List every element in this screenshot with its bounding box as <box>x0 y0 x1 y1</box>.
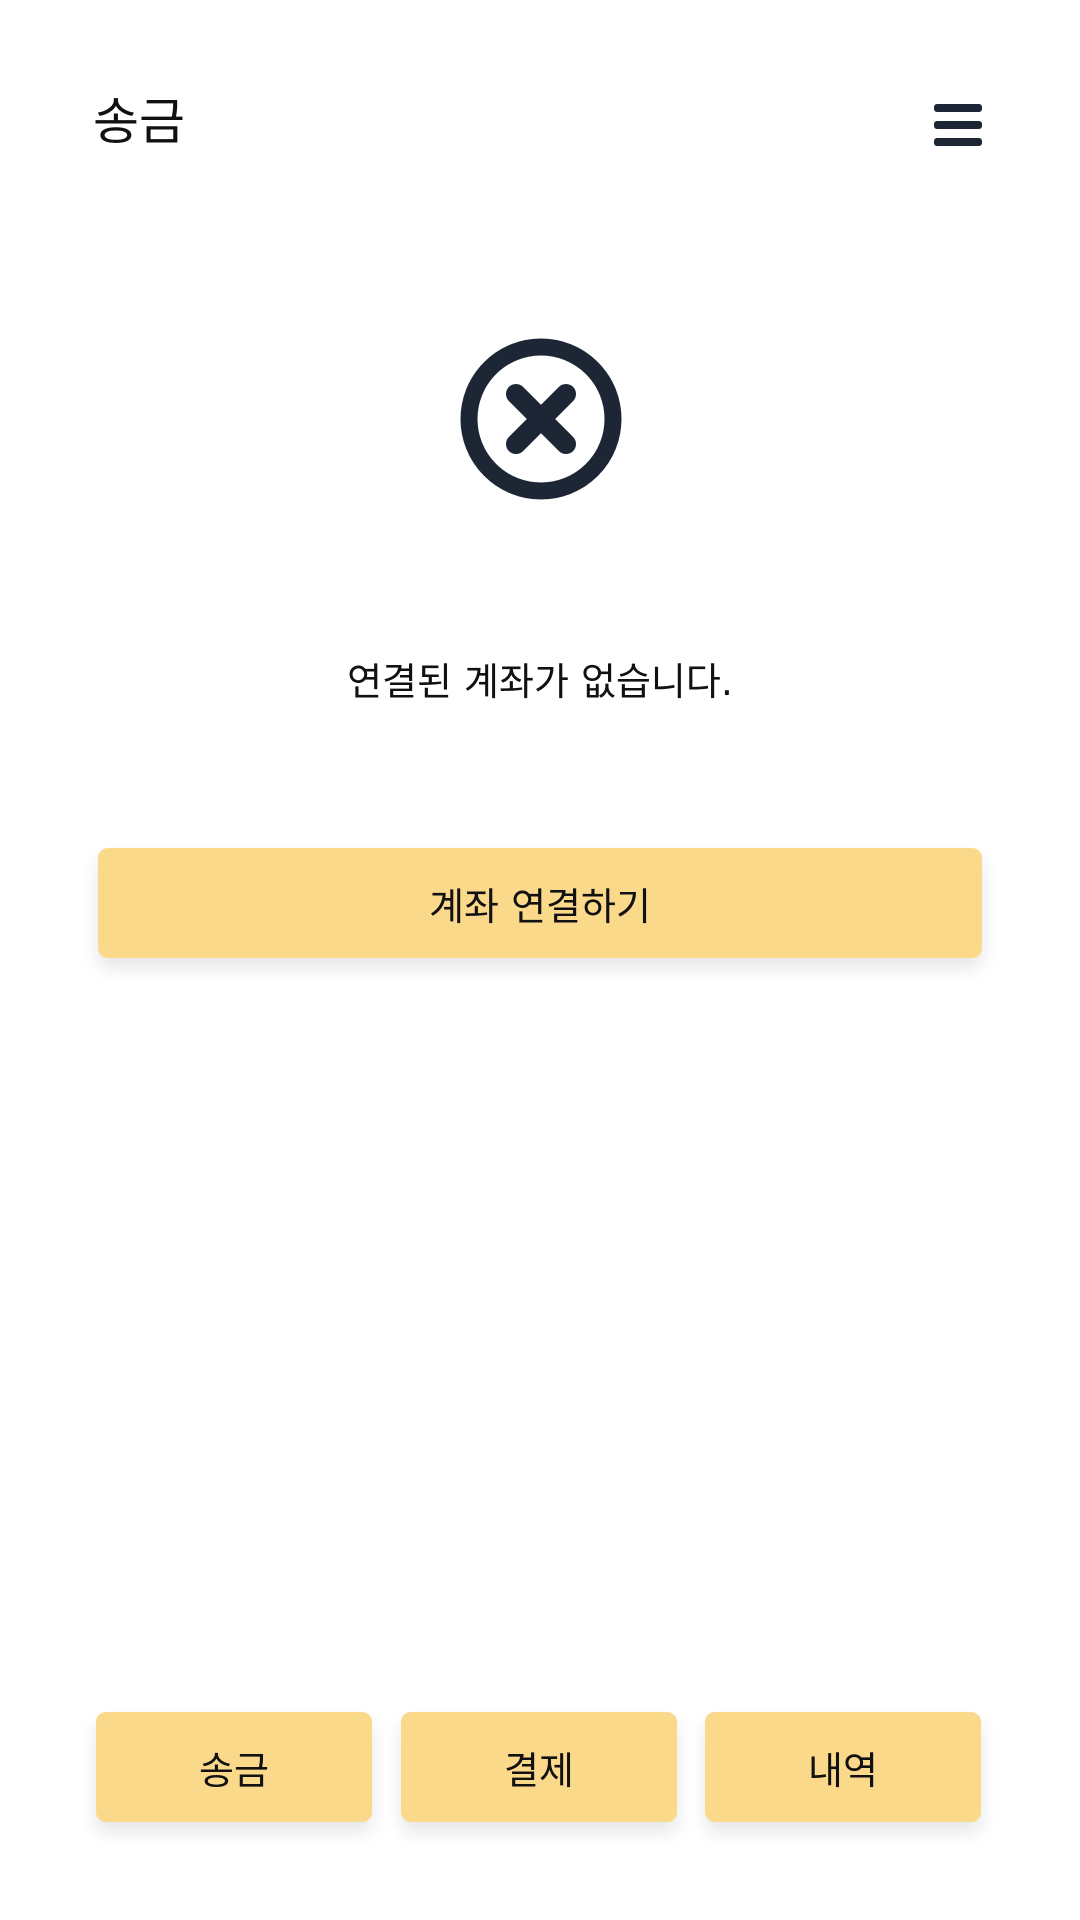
page-title: 송금 <box>93 93 185 151</box>
nav-payment-button[interactable]: 결제 <box>401 1712 677 1822</box>
bottom-nav: 송금 결제 내역 <box>0 1700 1080 1920</box>
nav-history-button[interactable]: 내역 <box>705 1712 981 1822</box>
hamburger-menu-icon <box>934 104 982 146</box>
close-circle-icon <box>460 338 622 500</box>
transfer-screen: 송금 연결된 계좌가 없습니다. 계좌 연결하기 송금 결제 내역 <box>0 0 1080 1920</box>
empty-account-message: 연결된 계좌가 없습니다. <box>347 660 733 704</box>
header: 송금 <box>0 0 1080 245</box>
menu-button[interactable] <box>923 90 993 160</box>
nav-transfer-button[interactable]: 송금 <box>96 1712 372 1822</box>
connect-account-button[interactable]: 계좌 연결하기 <box>98 848 982 958</box>
